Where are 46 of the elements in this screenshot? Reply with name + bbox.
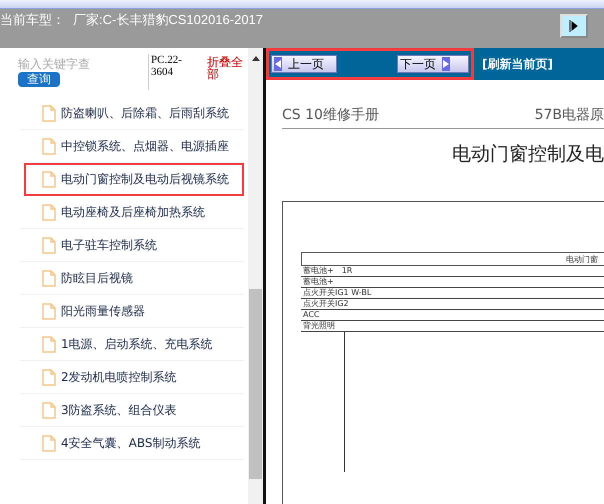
rail-label: 点火开关IG2 xyxy=(301,299,604,310)
rail-label: ACC xyxy=(301,310,604,321)
tree-item[interactable]: 3防盗系统、组合仪表 xyxy=(20,394,244,427)
tree-item[interactable]: 1电源、启动系统、充电系统 xyxy=(20,328,244,361)
document-icon xyxy=(42,368,56,386)
tree-item[interactable]: 4安全气囊、ABS制动系统 xyxy=(20,427,244,460)
refresh-page-link[interactable]: [刷新当前页] xyxy=(482,56,553,72)
document-icon xyxy=(42,204,56,220)
search-button[interactable]: 查询 xyxy=(18,72,60,87)
next-page-button[interactable]: 下一页 xyxy=(397,55,469,73)
document-icon xyxy=(42,270,56,286)
diagram-title: 电动门窗 xyxy=(301,252,604,266)
document-icon xyxy=(42,236,56,254)
toggle-panel-button[interactable] xyxy=(560,14,588,38)
manual-title: CS 10维修手册 xyxy=(282,106,379,124)
right-arrow-icon xyxy=(442,57,450,71)
tree-item[interactable]: 防盗喇叭、后除霜、后雨刮系统 xyxy=(20,97,244,130)
document-icon xyxy=(42,434,56,452)
previous-page-button[interactable]: 上一页 xyxy=(271,55,337,73)
tree-item[interactable]: 阳光雨量传感器 xyxy=(20,295,244,328)
rail-label: 点火开关IG1 W-BL xyxy=(301,288,604,299)
model-value: 厂家:C-长丰猎豹CS102016-2017 xyxy=(73,11,264,29)
tree-item[interactable]: 电动座椅及后座椅加热系统 xyxy=(20,196,244,229)
scroll-up-icon[interactable] xyxy=(252,56,260,61)
model-code: PC.22-3604 xyxy=(148,54,197,90)
tree-item[interactable]: 防眩目后视镜 xyxy=(20,262,244,295)
tree-item[interactable]: 中控锁系统、点烟器、电源插座 xyxy=(20,130,244,163)
model-label: 当前车型： xyxy=(0,12,65,29)
scrollbar-thumb[interactable] xyxy=(249,289,262,479)
collapse-all-link[interactable]: 折叠全部 xyxy=(207,56,243,80)
document-icon xyxy=(42,302,56,320)
arrow-to-bar-icon xyxy=(569,19,579,33)
tree-item[interactable]: 电动门窗控制及电动后视镜系统 xyxy=(24,163,244,196)
document-icon xyxy=(42,171,56,188)
tree-item[interactable]: 2发动机电喷控制系统 xyxy=(20,361,244,394)
left-arrow-icon xyxy=(274,57,282,71)
page-title: 电动门窗控制及电 xyxy=(451,142,604,167)
document-icon xyxy=(42,402,56,418)
document-icon xyxy=(42,336,56,352)
rail-label: 蓄电池+ 1R xyxy=(301,266,604,277)
tree-item[interactable]: 电子驻车控制系统 xyxy=(20,229,244,262)
section-title: 57B电器原 xyxy=(534,106,604,124)
rail-label: 背光照明 xyxy=(301,321,604,332)
document-icon xyxy=(42,138,56,154)
document-icon xyxy=(42,104,56,122)
rail-label: 蓄电池+ xyxy=(301,277,604,288)
